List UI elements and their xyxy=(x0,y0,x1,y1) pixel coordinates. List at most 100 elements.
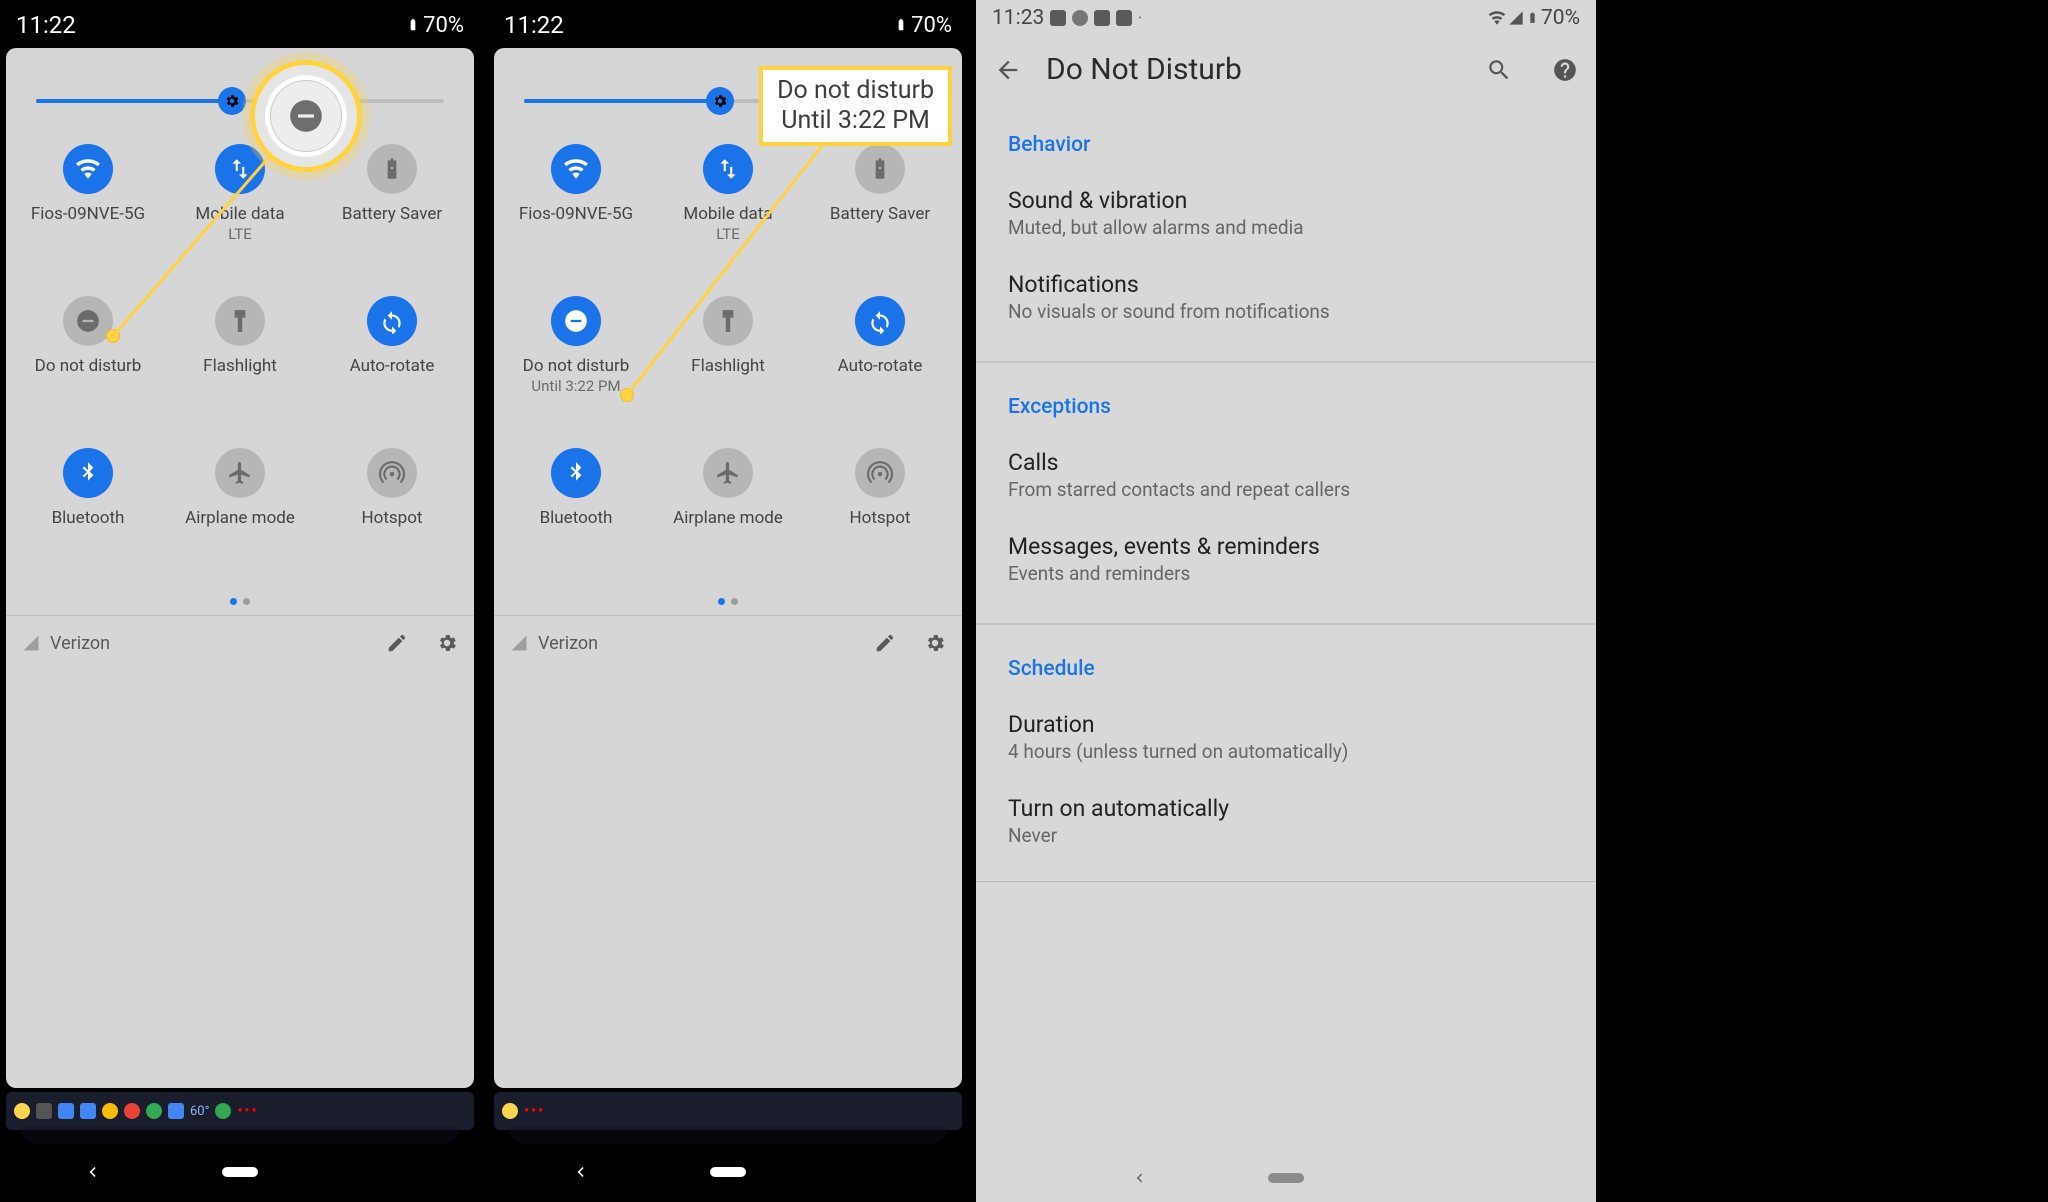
qs-tile-bluetooth[interactable]: Bluetooth xyxy=(500,442,652,594)
auto-rotate-toggle[interactable] xyxy=(367,296,417,346)
qs-tile-dnd[interactable]: Do not disturbUntil 3:22 PM xyxy=(500,290,652,442)
brightness-slider[interactable] xyxy=(36,99,444,103)
back-nav-icon[interactable] xyxy=(1130,1169,1148,1187)
notif-chip-icon xyxy=(80,1103,96,1119)
callout-lens-dnd-icon xyxy=(250,60,362,172)
home-nav-pill[interactable] xyxy=(710,1167,746,1177)
mobile-data-toggle[interactable] xyxy=(703,144,753,194)
notif-chip-icon xyxy=(14,1103,30,1119)
qs-tile-battery-saver[interactable]: Battery Saver xyxy=(804,138,956,290)
notif-temp: 60° xyxy=(190,1104,209,1119)
hotspot-icon xyxy=(379,460,405,486)
battery-saver-toggle[interactable] xyxy=(367,144,417,194)
settings-row[interactable]: Turn on automaticallyNever xyxy=(1008,779,1564,863)
status-more-icon: • xyxy=(1138,13,1141,24)
qs-tile-flashlight[interactable]: Flashlight xyxy=(164,290,316,442)
qs-tile-wifi[interactable]: Fios-09NVE-5G xyxy=(12,138,164,290)
settings-row[interactable]: Sound & vibrationMuted, but allow alarms… xyxy=(1008,171,1564,255)
settings-row[interactable]: NotificationsNo visuals or sound from no… xyxy=(1008,255,1564,339)
hotspot-toggle[interactable] xyxy=(855,448,905,498)
settings-row-title: Messages, events & reminders xyxy=(1008,533,1564,560)
notification-strip[interactable]: ••• xyxy=(494,1092,962,1130)
qs-tile-mobile-data[interactable]: Mobile dataLTE xyxy=(652,138,804,290)
settings-row[interactable]: Messages, events & remindersEvents and r… xyxy=(1008,517,1564,601)
qs-tile-dnd[interactable]: Do not disturb xyxy=(12,290,164,442)
rotate-icon xyxy=(867,308,893,334)
notif-chip-icon xyxy=(102,1103,118,1119)
qs-tile-auto-rotate[interactable]: Auto-rotate xyxy=(804,290,956,442)
wifi-toggle[interactable] xyxy=(551,144,601,194)
qs-tile-label: Fios-09NVE-5G xyxy=(31,204,145,224)
settings-icon[interactable] xyxy=(436,632,458,654)
settings-row-subtitle: No visuals or sound from notifications xyxy=(1008,300,1564,323)
battery-saver-toggle[interactable] xyxy=(855,144,905,194)
settings-row-title: Turn on automatically xyxy=(1008,795,1564,822)
flash-icon xyxy=(715,308,741,334)
section-heading: Schedule xyxy=(1008,657,1564,681)
bluetooth-toggle[interactable] xyxy=(63,448,113,498)
status-time: 11:23 xyxy=(992,6,1044,30)
settings-row-title: Notifications xyxy=(1008,271,1564,298)
hotspot-toggle[interactable] xyxy=(367,448,417,498)
qs-tile-label: Hotspot xyxy=(850,508,911,528)
status-battery-pct: 70% xyxy=(1541,6,1580,30)
auto-rotate-toggle[interactable] xyxy=(855,296,905,346)
settings-row-subtitle: Muted, but allow alarms and media xyxy=(1008,216,1564,239)
wifi-icon xyxy=(563,156,589,182)
notif-chip-icon xyxy=(215,1103,231,1119)
nav-bar xyxy=(494,1148,962,1202)
help-icon[interactable] xyxy=(1552,57,1578,83)
qs-tile-hotspot[interactable]: Hotspot xyxy=(316,442,468,594)
notif-chip-icon xyxy=(36,1103,52,1119)
qs-tile-airplane[interactable]: Airplane mode xyxy=(164,442,316,594)
dnd-toggle[interactable] xyxy=(551,296,601,346)
settings-row[interactable]: Duration4 hours (unless turned on automa… xyxy=(1008,695,1564,779)
settings-icon[interactable] xyxy=(924,632,946,654)
back-nav-icon[interactable] xyxy=(82,1162,102,1182)
qs-tile-hotspot[interactable]: Hotspot xyxy=(804,442,956,594)
nav-bar xyxy=(976,1154,1596,1202)
page-indicator xyxy=(494,594,962,615)
wifi-icon xyxy=(1488,9,1506,27)
mobile-data-toggle[interactable] xyxy=(215,144,265,194)
brightness-thumb[interactable] xyxy=(218,87,246,115)
dnd-icon xyxy=(287,97,325,135)
brightness-thumb[interactable] xyxy=(706,87,734,115)
qs-tile-label: Fios-09NVE-5G xyxy=(519,204,633,224)
qs-tile-flashlight[interactable]: Flashlight xyxy=(652,290,804,442)
qs-tile-airplane[interactable]: Airplane mode xyxy=(652,442,804,594)
brightness-slider-row xyxy=(6,48,474,138)
wifi-toggle[interactable] xyxy=(63,144,113,194)
flashlight-toggle[interactable] xyxy=(703,296,753,346)
back-nav-icon[interactable] xyxy=(570,1162,590,1182)
qs-tile-wifi[interactable]: Fios-09NVE-5G xyxy=(500,138,652,290)
edit-icon[interactable] xyxy=(874,632,896,654)
back-icon[interactable] xyxy=(994,56,1022,84)
status-icon xyxy=(1094,10,1110,26)
airplane-toggle[interactable] xyxy=(215,448,265,498)
section-heading: Exceptions xyxy=(1008,395,1564,419)
notification-strip[interactable]: 60° ••• xyxy=(6,1092,474,1130)
qs-tile-auto-rotate[interactable]: Auto-rotate xyxy=(316,290,468,442)
qs-tile-bluetooth[interactable]: Bluetooth xyxy=(12,442,164,594)
flash-icon xyxy=(227,308,253,334)
bluetooth-toggle[interactable] xyxy=(551,448,601,498)
notif-chip-icon xyxy=(168,1103,184,1119)
notif-chip-icon xyxy=(502,1103,518,1119)
battery-icon xyxy=(379,156,405,182)
airplane-icon xyxy=(715,460,741,486)
edit-icon[interactable] xyxy=(386,632,408,654)
more-icon: ••• xyxy=(524,1103,545,1119)
flashlight-toggle[interactable] xyxy=(215,296,265,346)
home-nav-pill[interactable] xyxy=(1268,1173,1304,1183)
airplane-toggle[interactable] xyxy=(703,448,753,498)
settings-row-subtitle: Never xyxy=(1008,824,1564,847)
home-nav-pill[interactable] xyxy=(222,1167,258,1177)
settings-row-subtitle: Events and reminders xyxy=(1008,562,1564,585)
airplane-icon xyxy=(227,460,253,486)
qs-tile-label: Bluetooth xyxy=(540,508,613,528)
notif-chip-icon xyxy=(124,1103,140,1119)
settings-row[interactable]: CallsFrom starred contacts and repeat ca… xyxy=(1008,433,1564,517)
search-icon[interactable] xyxy=(1486,57,1512,83)
settings-section: BehaviorSound & vibrationMuted, but allo… xyxy=(976,105,1596,357)
